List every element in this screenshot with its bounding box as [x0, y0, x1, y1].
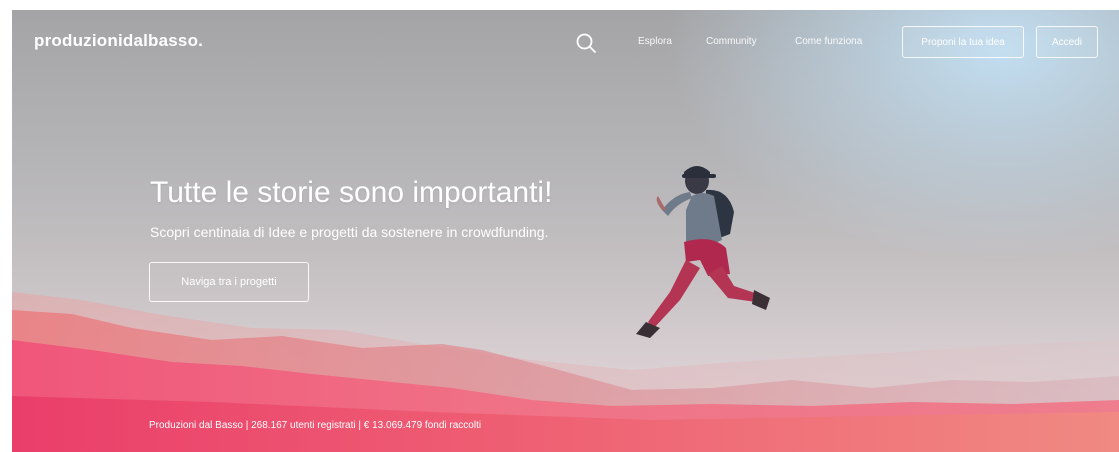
nav-link-esplora[interactable]: Esplora	[638, 36, 672, 47]
propose-idea-button[interactable]: Proponi la tua idea	[902, 26, 1024, 58]
jumping-person-image	[636, 166, 770, 338]
top-navigation: produzionidalbasso. Esplora Community Co…	[12, 10, 1119, 70]
nav-link-community[interactable]: Community	[706, 36, 757, 47]
site-logo[interactable]: produzionidalbasso.	[34, 31, 203, 51]
nav-link-come-funziona[interactable]: Come funziona	[795, 36, 862, 47]
search-icon[interactable]	[575, 32, 597, 54]
browse-projects-button[interactable]: Naviga tra i progetti	[149, 262, 309, 302]
hero-banner: produzionidalbasso. Esplora Community Co…	[12, 10, 1119, 452]
site-stats: Produzioni dal Basso | 268.167 utenti re…	[149, 420, 482, 431]
hero-title: Tutte le storie sono importanti!	[150, 176, 553, 209]
login-button[interactable]: Accedi	[1036, 26, 1098, 58]
hero-subtitle: Scopri centinaia di Idee e progetti da s…	[150, 224, 549, 240]
